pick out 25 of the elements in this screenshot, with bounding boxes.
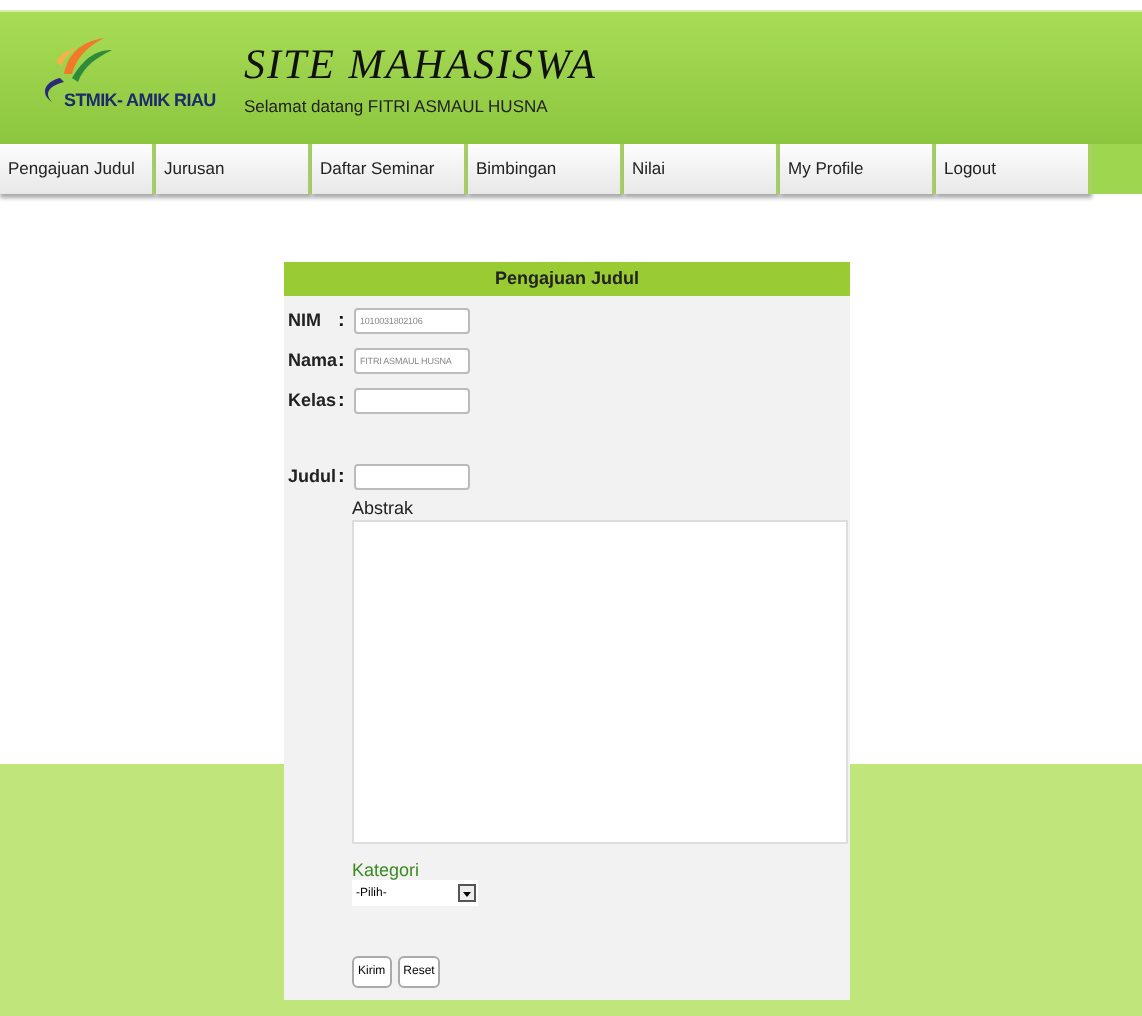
nav-link[interactable]: Bimbingan bbox=[468, 144, 624, 194]
abstract-textarea[interactable] bbox=[352, 520, 848, 844]
colon-text: : bbox=[338, 349, 347, 371]
field-label: Nama bbox=[288, 350, 338, 370]
site-title: SITE MAHASISWA bbox=[244, 40, 597, 90]
logo-text: STMIK- AMIK RIAU bbox=[64, 90, 216, 110]
welcome-text: Selamat datang FITRI ASMAUL HUSNA bbox=[244, 96, 550, 116]
nav-link[interactable]: My Profile bbox=[780, 144, 936, 194]
nav-link[interactable]: Daftar Seminar bbox=[312, 144, 468, 194]
panel-title: Pengajuan Judul bbox=[284, 262, 850, 296]
colon-text: : bbox=[338, 309, 347, 331]
nav-bar-end bbox=[1092, 144, 1142, 194]
field-label: Kategori bbox=[352, 860, 422, 880]
field-label: NIM bbox=[288, 310, 323, 330]
field-label: Kelas bbox=[288, 390, 338, 410]
field-label: Judul bbox=[288, 466, 338, 486]
colon-text: : bbox=[338, 389, 347, 411]
field-label: Abstrak bbox=[352, 498, 416, 518]
nav-link[interactable]: Logout bbox=[936, 144, 1092, 194]
nav-link[interactable]: Nilai bbox=[624, 144, 780, 194]
input-field[interactable] bbox=[354, 463, 470, 489]
colon-text: : bbox=[338, 465, 347, 487]
input-field[interactable] bbox=[354, 387, 470, 413]
nav-link[interactable]: Jurusan bbox=[156, 144, 312, 194]
nav-link[interactable]: Pengajuan Judul bbox=[0, 144, 156, 194]
